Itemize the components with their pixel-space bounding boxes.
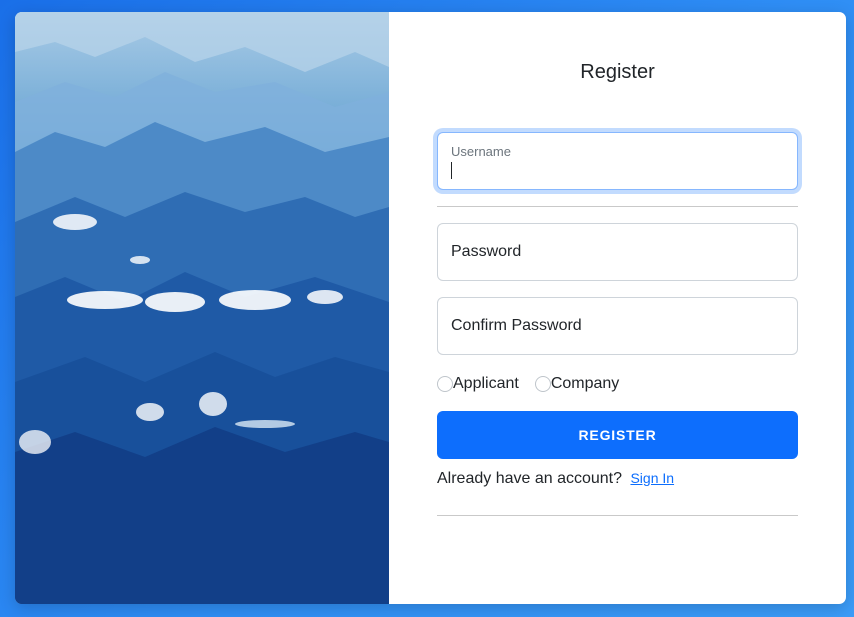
mountain-hero-image — [15, 12, 389, 604]
register-button[interactable]: REGISTER — [437, 411, 798, 459]
register-form: Register Username Password Confirm Passw… — [389, 12, 846, 604]
radio-applicant-circle[interactable] — [437, 376, 453, 392]
signin-prompt: Already have an account? — [437, 470, 623, 487]
radio-company-label: Company — [550, 375, 620, 392]
username-field[interactable]: Username — [437, 132, 798, 190]
divider-bottom — [437, 515, 798, 516]
mountain-illustration — [15, 12, 389, 604]
username-label: Username — [451, 144, 511, 159]
page-title: Register — [580, 61, 655, 83]
radio-company-circle[interactable] — [534, 376, 551, 392]
radio-applicant-label: Applicant — [453, 375, 519, 392]
text-cursor — [451, 162, 452, 179]
register-card: Register Username Password Confirm Passw… — [15, 12, 846, 604]
radio-company[interactable]: Company — [534, 375, 620, 393]
confirm-password-placeholder: Confirm Password — [451, 317, 582, 334]
signin-link[interactable]: Sign In — [630, 470, 674, 486]
divider-top — [437, 206, 798, 207]
confirm-password-field[interactable]: Confirm Password — [437, 297, 798, 355]
password-placeholder: Password — [451, 243, 522, 260]
password-field[interactable]: Password — [437, 223, 798, 281]
role-radio-group: Applicant Company — [437, 374, 635, 394]
signin-row: Already have an account? Sign In — [437, 470, 674, 488]
radio-applicant[interactable]: Applicant — [437, 375, 519, 393]
